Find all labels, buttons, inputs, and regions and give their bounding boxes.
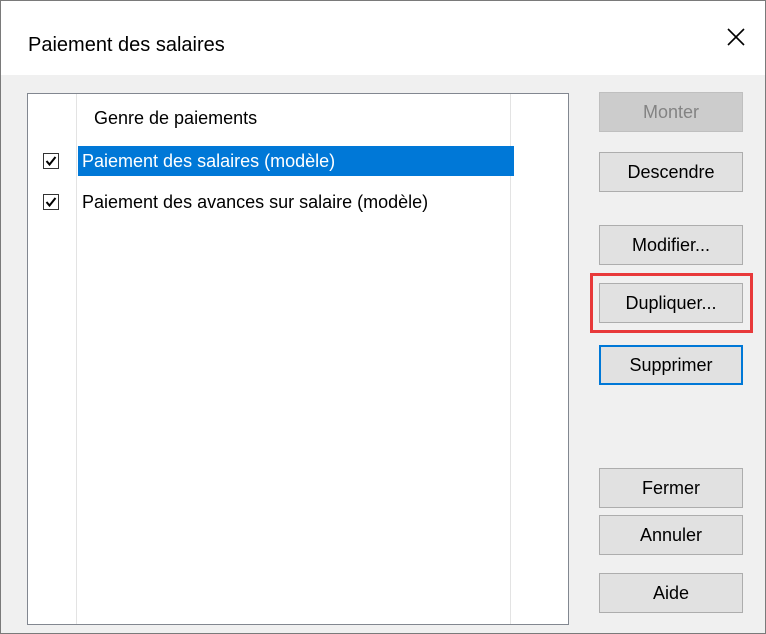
row-checkbox[interactable] xyxy=(43,153,59,169)
duplicate-button[interactable]: Dupliquer... xyxy=(599,283,743,323)
checkmark-icon xyxy=(45,197,57,208)
list-item[interactable]: Paiement des salaires (modèle) xyxy=(28,146,568,176)
move-down-button[interactable]: Descendre xyxy=(599,152,743,192)
close-button[interactable] xyxy=(709,13,765,65)
row-checkbox[interactable] xyxy=(43,194,59,210)
list-item-label[interactable]: Paiement des salaires (modèle) xyxy=(78,146,514,176)
delete-button[interactable]: Supprimer xyxy=(599,345,743,385)
checkmark-icon xyxy=(45,156,57,167)
list-item-label[interactable]: Paiement des avances sur salaire (modèle… xyxy=(78,187,432,217)
list-item[interactable]: Paiement des avances sur salaire (modèle… xyxy=(28,187,568,217)
dialog-window: Paiement des salaires Genre de paiements… xyxy=(0,0,766,634)
help-button[interactable]: Aide xyxy=(599,573,743,613)
payment-type-list[interactable]: Genre de paiements Paiement des salaires… xyxy=(27,93,569,625)
edit-button[interactable]: Modifier... xyxy=(599,225,743,265)
column-header-payment-type: Genre de paiements xyxy=(94,108,258,128)
close-icon xyxy=(727,28,745,46)
window-title: Paiement des salaires xyxy=(28,34,225,56)
move-up-button[interactable]: Monter xyxy=(599,92,743,132)
close-dialog-button[interactable]: Fermer xyxy=(599,468,743,508)
title-bar: Paiement des salaires xyxy=(1,1,765,75)
cancel-button[interactable]: Annuler xyxy=(599,515,743,555)
